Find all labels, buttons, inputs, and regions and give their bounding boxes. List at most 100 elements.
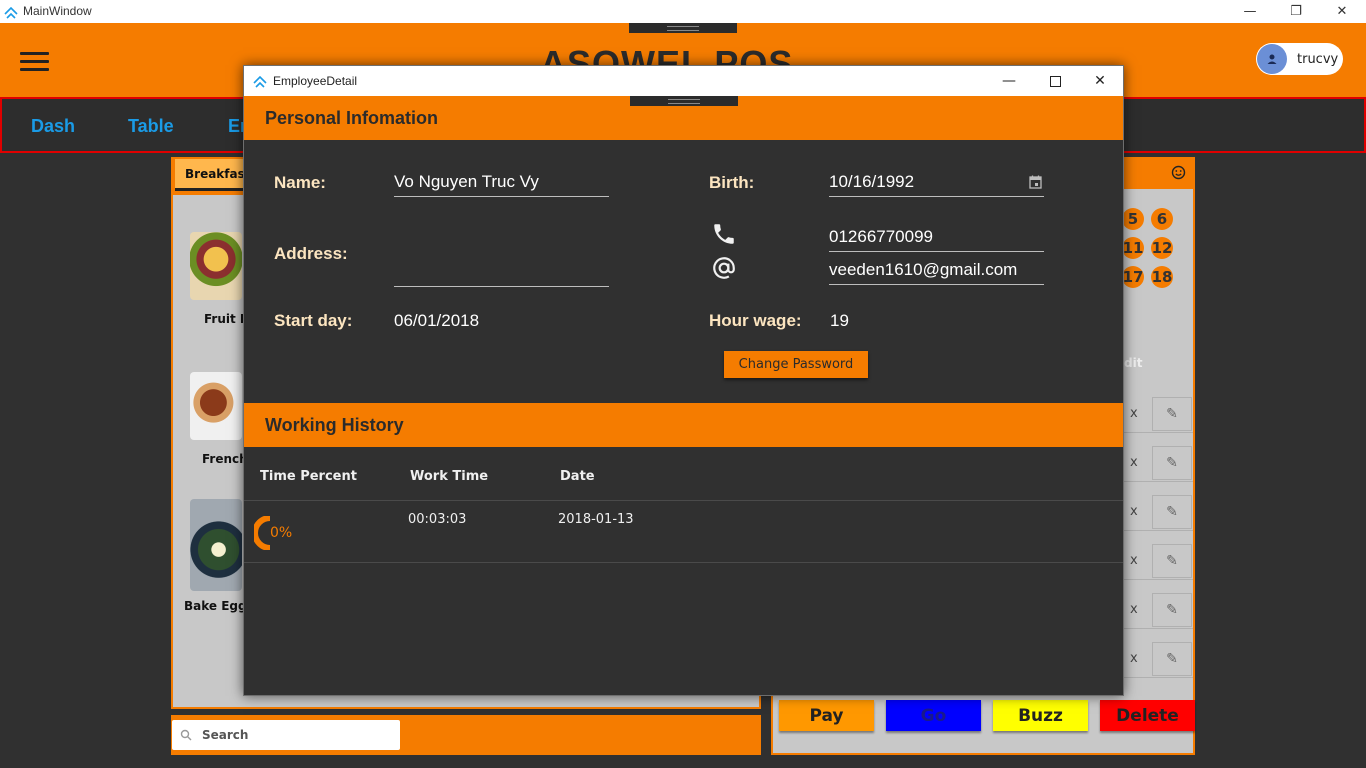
- birth-label: Birth:: [709, 173, 755, 192]
- email-field[interactable]: veeden1610@gmail.com: [829, 260, 1017, 280]
- user-icon: [1267, 54, 1277, 64]
- delete-row-icon[interactable]: x: [1130, 406, 1138, 421]
- edit-row-icon[interactable]: ✎: [1152, 397, 1192, 431]
- restore-icon: ❐: [1290, 4, 1302, 19]
- phone-field[interactable]: 01266770099: [829, 227, 933, 247]
- change-password-button[interactable]: Change Password: [724, 351, 868, 378]
- menu-item[interactable]: Bake Eggs: [184, 499, 254, 613]
- dialog-title: EmployeeDetail: [273, 74, 358, 88]
- table-number[interactable]: 18: [1151, 266, 1173, 288]
- user-chip[interactable]: trucvy: [1256, 43, 1343, 75]
- table-number[interactable]: 11: [1122, 237, 1144, 259]
- working-history-title: Working History: [265, 415, 404, 435]
- drag-handle[interactable]: [630, 96, 738, 106]
- phone-field-underline: [829, 251, 1044, 252]
- buzz-button[interactable]: Buzz: [993, 700, 1088, 731]
- name-field[interactable]: Vo Nguyen Truc Vy: [394, 172, 539, 192]
- close-icon: ✕: [1336, 4, 1348, 19]
- hour-wage-value: 19: [830, 311, 849, 330]
- restore-button[interactable]: ❐: [1273, 0, 1319, 23]
- minimize-icon: —: [1243, 4, 1257, 19]
- history-date: 2018-01-13: [558, 512, 634, 527]
- close-button[interactable]: ✕: [1319, 0, 1365, 23]
- hour-wage-label: Hour wage:: [709, 311, 802, 330]
- delete-row-icon[interactable]: x: [1130, 553, 1138, 568]
- menu-item-image: [190, 232, 242, 300]
- order-row: x ✎: [1124, 542, 1193, 580]
- search-placeholder: Search: [202, 728, 249, 742]
- search-icon: [180, 729, 192, 741]
- tab-table[interactable]: Table: [128, 116, 174, 137]
- table-number[interactable]: 6: [1151, 208, 1173, 230]
- dialog-titlebar: EmployeeDetail — ✕: [244, 66, 1123, 96]
- menu-item-label: Bake Eggs: [184, 599, 254, 613]
- personal-info-title: Personal Infomation: [265, 108, 439, 128]
- delete-row-icon[interactable]: x: [1130, 455, 1138, 470]
- app-logo-icon: [4, 4, 18, 23]
- table-number[interactable]: 12: [1151, 237, 1173, 259]
- delete-row-icon[interactable]: x: [1130, 602, 1138, 617]
- order-row: x ✎: [1124, 395, 1193, 433]
- edit-row-icon[interactable]: ✎: [1152, 446, 1192, 480]
- edit-row-icon[interactable]: ✎: [1152, 544, 1192, 578]
- delete-row-icon[interactable]: x: [1130, 651, 1138, 666]
- avatar: [1257, 44, 1287, 74]
- dialog-close-button[interactable]: ✕: [1077, 66, 1123, 96]
- edit-row-icon[interactable]: ✎: [1152, 593, 1192, 627]
- menu-item[interactable]: Fruit F: [190, 232, 250, 326]
- delete-row-icon[interactable]: x: [1130, 504, 1138, 519]
- smiley-icon: [1171, 165, 1186, 180]
- employee-detail-dialog: EmployeeDetail — ✕ Personal Infomation N…: [243, 65, 1124, 696]
- user-name: trucvy: [1297, 51, 1339, 67]
- address-field-underline: [394, 286, 609, 287]
- close-icon: ✕: [1094, 73, 1106, 89]
- order-row: x ✎: [1124, 591, 1193, 629]
- address-label: Address:: [274, 244, 348, 263]
- col-work-time: Work Time: [410, 469, 489, 484]
- menu-item-image: [190, 499, 242, 591]
- minimize-icon: —: [1002, 73, 1016, 89]
- edit-row-icon[interactable]: ✎: [1152, 642, 1192, 676]
- tab-dash[interactable]: Dash: [31, 116, 75, 137]
- history-row-divider: [244, 562, 1123, 563]
- start-day-value: 06/01/2018: [394, 311, 480, 330]
- delete-button[interactable]: Delete: [1100, 700, 1195, 731]
- hamburger-menu-icon[interactable]: [20, 52, 49, 72]
- edit-row-icon[interactable]: ✎: [1152, 495, 1192, 529]
- email-field-underline: [829, 284, 1044, 285]
- maximize-icon: [1049, 75, 1061, 87]
- birth-field-underline: [829, 196, 1044, 197]
- search-input[interactable]: Search: [172, 720, 400, 750]
- main-window-title: MainWindow: [23, 4, 92, 18]
- menu-item[interactable]: French: [190, 372, 250, 466]
- edit-column-header: dit: [1124, 356, 1143, 370]
- drag-handle[interactable]: [629, 23, 737, 33]
- minimize-button[interactable]: —: [1227, 0, 1273, 23]
- table-number[interactable]: 17: [1122, 266, 1144, 288]
- calendar-icon[interactable]: [1029, 175, 1042, 189]
- history-header-divider: [244, 500, 1123, 501]
- start-day-label: Start day:: [274, 311, 353, 330]
- phone-icon: [714, 224, 734, 244]
- history-percent: 0%: [270, 525, 293, 541]
- dialog-minimize-button[interactable]: —: [986, 66, 1032, 96]
- go-button[interactable]: Go: [886, 700, 981, 731]
- order-panel-header: [1124, 157, 1195, 189]
- pay-button[interactable]: Pay: [779, 700, 874, 731]
- tab-breakfast-label: Breakfast: [185, 166, 245, 181]
- tab-breakfast[interactable]: Breakfast: [175, 159, 245, 191]
- name-field-underline: [394, 196, 609, 197]
- main-window-titlebar: MainWindow — ❐ ✕: [0, 0, 1366, 23]
- birth-date-field[interactable]: 10/16/1992: [829, 172, 914, 192]
- menu-item-image: [190, 372, 242, 440]
- col-date: Date: [560, 469, 595, 484]
- order-row: x ✎: [1124, 640, 1193, 678]
- email-icon: [713, 257, 735, 279]
- search-bar: Search: [171, 715, 761, 755]
- table-number[interactable]: 5: [1122, 208, 1144, 230]
- dialog-maximize-button[interactable]: [1032, 66, 1078, 96]
- name-label: Name:: [274, 173, 326, 192]
- order-row: x ✎: [1124, 493, 1193, 531]
- working-history-header: Working History: [244, 403, 1123, 447]
- order-row: x ✎: [1124, 444, 1193, 482]
